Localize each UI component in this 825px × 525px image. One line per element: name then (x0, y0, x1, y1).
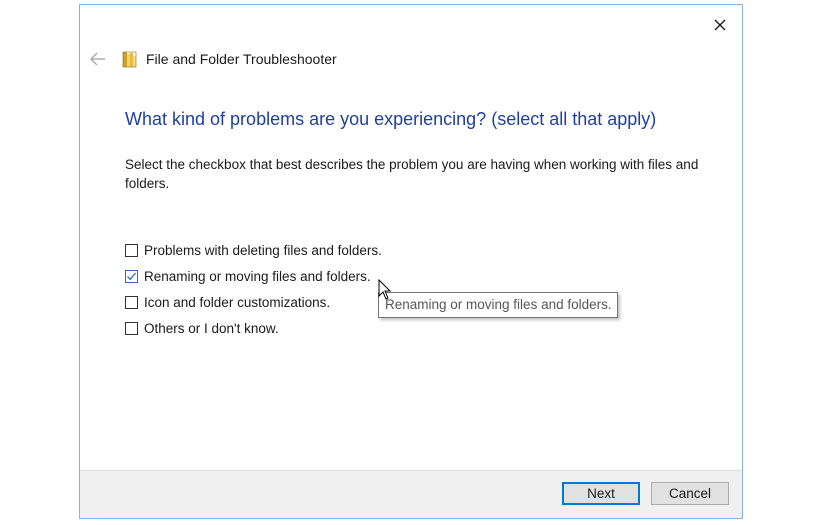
next-button[interactable]: Next (562, 482, 640, 505)
option-deleting[interactable]: Problems with deleting files and folders… (125, 237, 382, 263)
checkbox-deleting[interactable] (125, 243, 138, 257)
option-customizations[interactable]: Icon and folder customizations. (125, 289, 382, 315)
dialog-footer: Next Cancel (80, 470, 742, 518)
dialog-title: File and Folder Troubleshooter (146, 51, 337, 67)
checkbox-others[interactable] (125, 321, 138, 335)
back-arrow-icon[interactable] (88, 49, 108, 69)
option-label: Problems with deleting files and folders… (144, 242, 382, 258)
checkmark-icon (127, 272, 137, 280)
troubleshooter-dialog: File and Folder Troubleshooter What kind… (79, 4, 743, 519)
tooltip: Renaming or moving files and folders. (378, 292, 618, 318)
dialog-header: File and Folder Troubleshooter (88, 47, 337, 71)
page-heading: What kind of problems are you experienci… (125, 109, 657, 129)
close-button[interactable] (706, 11, 734, 39)
option-label: Others or I don't know. (144, 320, 279, 336)
cancel-button[interactable]: Cancel (651, 482, 729, 505)
option-renaming[interactable]: Renaming or moving files and folders. (125, 263, 382, 289)
option-label: Renaming or moving files and folders. (144, 268, 371, 284)
option-label: Icon and folder customizations. (144, 294, 331, 310)
close-icon (714, 19, 726, 31)
mouse-pointer-icon (378, 279, 392, 300)
folder-icon (122, 51, 137, 68)
page-description: Select the checkbox that best describes … (125, 157, 699, 191)
checkbox-renaming[interactable] (125, 269, 138, 283)
option-others[interactable]: Others or I don't know. (125, 315, 382, 341)
options-list: Problems with deleting files and folders… (125, 237, 382, 341)
checkbox-customizations[interactable] (125, 295, 138, 309)
